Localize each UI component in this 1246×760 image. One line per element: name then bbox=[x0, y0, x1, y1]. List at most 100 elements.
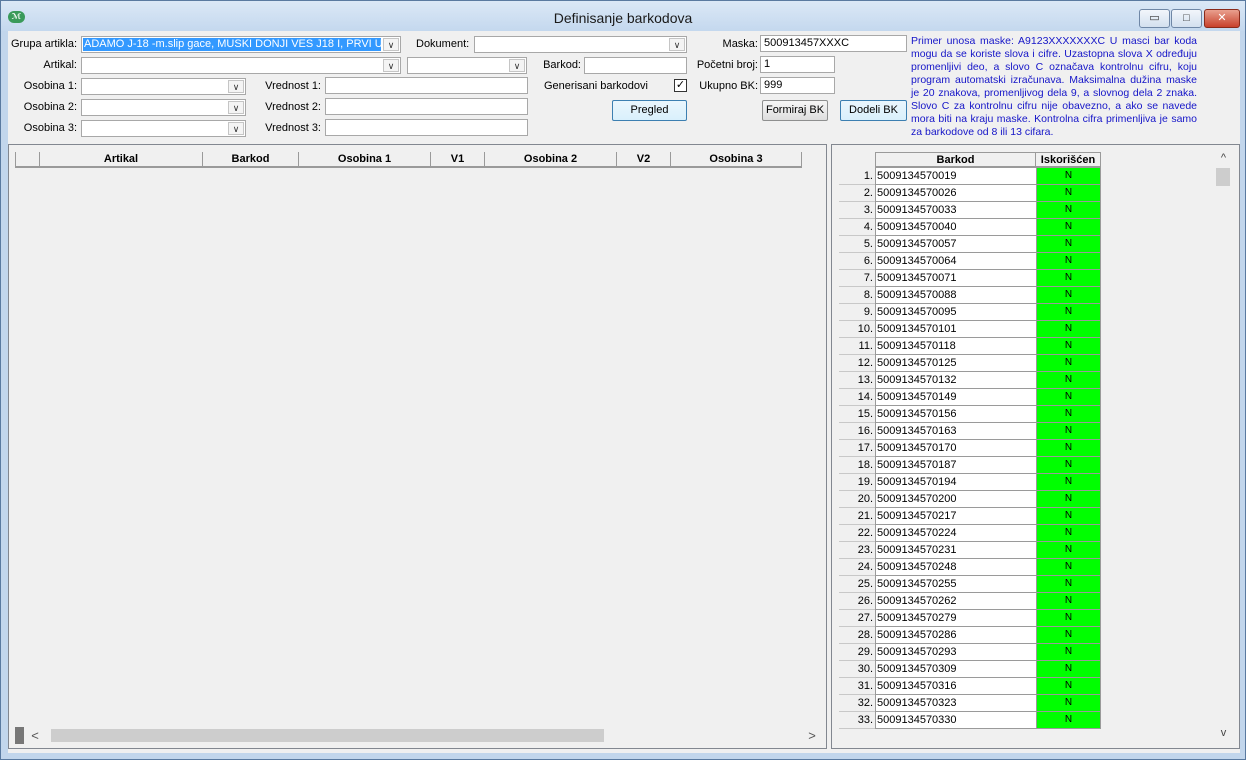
dodeli-bk-button[interactable]: Dodeli BK bbox=[840, 100, 907, 121]
table-row[interactable]: 10. 5009134570101 N bbox=[839, 321, 1101, 338]
barcode-cell[interactable]: 5009134570040 bbox=[875, 219, 1036, 236]
osobina3-combo[interactable]: ∨ bbox=[81, 120, 246, 137]
formiraj-bk-button[interactable]: Formiraj BK bbox=[762, 100, 828, 121]
used-flag-cell[interactable]: N bbox=[1036, 576, 1101, 593]
barcode-cell[interactable]: 5009134570293 bbox=[875, 644, 1036, 661]
barcode-cell[interactable]: 5009134570132 bbox=[875, 372, 1036, 389]
table-row[interactable]: 16. 5009134570163 N bbox=[839, 423, 1101, 440]
barcode-cell[interactable]: 5009134570033 bbox=[875, 202, 1036, 219]
table-row[interactable]: 29. 5009134570293 N bbox=[839, 644, 1101, 661]
maximize-button[interactable]: □ bbox=[1171, 9, 1202, 28]
articles-grid[interactable]: Artikal Barkod Osobina 1 V1 Osobina 2 V2… bbox=[8, 144, 827, 749]
barcode-cell[interactable]: 5009134570057 bbox=[875, 236, 1036, 253]
ukupno-input[interactable]: 999 bbox=[760, 77, 835, 94]
title-bar[interactable]: ℳ Definisanje barkodova ▭ □ ✕ bbox=[1, 1, 1245, 31]
col-artikal[interactable]: Artikal bbox=[39, 152, 202, 168]
artikal-variant-combo[interactable]: ∨ bbox=[407, 57, 527, 74]
col-barkod[interactable]: Barkod bbox=[875, 152, 1036, 168]
used-flag-cell[interactable]: N bbox=[1036, 236, 1101, 253]
col-barkod[interactable]: Barkod bbox=[202, 152, 298, 168]
barcode-cell[interactable]: 5009134570200 bbox=[875, 491, 1036, 508]
table-row[interactable]: 12. 5009134570125 N bbox=[839, 355, 1101, 372]
used-flag-cell[interactable]: N bbox=[1036, 372, 1101, 389]
col-iskoriscen[interactable]: Iskorišćen bbox=[1036, 152, 1101, 168]
table-row[interactable]: 24. 5009134570248 N bbox=[839, 559, 1101, 576]
chevron-down-icon[interactable]: ∨ bbox=[228, 122, 244, 135]
used-flag-cell[interactable]: N bbox=[1036, 491, 1101, 508]
barcode-cell[interactable]: 5009134570316 bbox=[875, 678, 1036, 695]
table-row[interactable]: 26. 5009134570262 N bbox=[839, 593, 1101, 610]
used-flag-cell[interactable]: N bbox=[1036, 559, 1101, 576]
vrednost2-input[interactable] bbox=[325, 98, 528, 115]
table-row[interactable]: 22. 5009134570224 N bbox=[839, 525, 1101, 542]
table-row[interactable]: 15. 5009134570156 N bbox=[839, 406, 1101, 423]
used-flag-cell[interactable]: N bbox=[1036, 440, 1101, 457]
table-row[interactable]: 23. 5009134570231 N bbox=[839, 542, 1101, 559]
chevron-left-icon[interactable]: < bbox=[27, 727, 43, 744]
barcode-cell[interactable]: 5009134570323 bbox=[875, 695, 1036, 712]
close-button[interactable]: ✕ bbox=[1204, 9, 1240, 28]
table-row[interactable]: 30. 5009134570309 N bbox=[839, 661, 1101, 678]
used-flag-cell[interactable]: N bbox=[1036, 406, 1101, 423]
horizontal-scrollbar[interactable]: < > bbox=[15, 727, 821, 744]
chevron-down-icon[interactable]: ∨ bbox=[669, 38, 685, 51]
used-flag-cell[interactable]: N bbox=[1036, 355, 1101, 372]
table-row[interactable]: 21. 5009134570217 N bbox=[839, 508, 1101, 525]
barcode-cell[interactable]: 5009134570248 bbox=[875, 559, 1036, 576]
chevron-down-icon[interactable]: v bbox=[1214, 725, 1233, 742]
table-row[interactable]: 5. 5009134570057 N bbox=[839, 236, 1101, 253]
table-row[interactable]: 2. 5009134570026 N bbox=[839, 185, 1101, 202]
barcode-cell[interactable]: 5009134570019 bbox=[875, 168, 1036, 185]
used-flag-cell[interactable]: N bbox=[1036, 253, 1101, 270]
used-flag-cell[interactable]: N bbox=[1036, 593, 1101, 610]
chevron-down-icon[interactable]: ∨ bbox=[383, 59, 399, 72]
table-row[interactable]: 1. 5009134570019 N bbox=[839, 168, 1101, 185]
used-flag-cell[interactable]: N bbox=[1036, 644, 1101, 661]
barcode-cell[interactable]: 5009134570224 bbox=[875, 525, 1036, 542]
table-row[interactable]: 19. 5009134570194 N bbox=[839, 474, 1101, 491]
chevron-down-icon[interactable]: ∨ bbox=[509, 59, 525, 72]
used-flag-cell[interactable]: N bbox=[1036, 389, 1101, 406]
barcode-cell[interactable]: 5009134570026 bbox=[875, 185, 1036, 202]
pregled-button[interactable]: Pregled bbox=[612, 100, 687, 121]
used-flag-cell[interactable]: N bbox=[1036, 270, 1101, 287]
used-flag-cell[interactable]: N bbox=[1036, 457, 1101, 474]
used-flag-cell[interactable]: N bbox=[1036, 661, 1101, 678]
barcode-cell[interactable]: 5009134570309 bbox=[875, 661, 1036, 678]
scroll-thumb[interactable] bbox=[1216, 168, 1230, 186]
artikal-combo[interactable]: ∨ bbox=[81, 57, 401, 74]
used-flag-cell[interactable]: N bbox=[1036, 304, 1101, 321]
barcode-cell[interactable]: 5009134570118 bbox=[875, 338, 1036, 355]
generisani-checkbox[interactable]: ✓ bbox=[674, 79, 687, 92]
barcode-cell[interactable]: 5009134570194 bbox=[875, 474, 1036, 491]
chevron-down-icon[interactable]: ∨ bbox=[228, 80, 244, 93]
table-row[interactable]: 6. 5009134570064 N bbox=[839, 253, 1101, 270]
table-row[interactable]: 4. 5009134570040 N bbox=[839, 219, 1101, 236]
used-flag-cell[interactable]: N bbox=[1036, 525, 1101, 542]
barcode-cell[interactable]: 5009134570279 bbox=[875, 610, 1036, 627]
col-v2[interactable]: V2 bbox=[616, 152, 670, 168]
col-osobina2[interactable]: Osobina 2 bbox=[484, 152, 616, 168]
table-row[interactable]: 8. 5009134570088 N bbox=[839, 287, 1101, 304]
used-flag-cell[interactable]: N bbox=[1036, 185, 1101, 202]
used-flag-cell[interactable]: N bbox=[1036, 542, 1101, 559]
barcode-cell[interactable]: 5009134570095 bbox=[875, 304, 1036, 321]
vrednost1-input[interactable] bbox=[325, 77, 528, 94]
barcode-cell[interactable]: 5009134570088 bbox=[875, 287, 1036, 304]
barcode-cell[interactable]: 5009134570101 bbox=[875, 321, 1036, 338]
table-row[interactable]: 27. 5009134570279 N bbox=[839, 610, 1101, 627]
barcode-cell[interactable]: 5009134570286 bbox=[875, 627, 1036, 644]
col-osobina3[interactable]: Osobina 3 bbox=[670, 152, 802, 168]
barcode-cell[interactable]: 5009134570217 bbox=[875, 508, 1036, 525]
barcode-cell[interactable]: 5009134570156 bbox=[875, 406, 1036, 423]
table-row[interactable]: 13. 5009134570132 N bbox=[839, 372, 1101, 389]
minimize-button[interactable]: ▭ bbox=[1139, 9, 1170, 28]
table-row[interactable]: 9. 5009134570095 N bbox=[839, 304, 1101, 321]
chevron-down-icon[interactable]: ∨ bbox=[228, 101, 244, 114]
chevron-down-icon[interactable]: ∨ bbox=[383, 38, 399, 51]
table-row[interactable]: 14. 5009134570149 N bbox=[839, 389, 1101, 406]
table-row[interactable]: 7. 5009134570071 N bbox=[839, 270, 1101, 287]
barkod-input[interactable] bbox=[584, 57, 687, 74]
osobina2-combo[interactable]: ∨ bbox=[81, 99, 246, 116]
maska-input[interactable]: 500913457XXXC bbox=[760, 35, 907, 52]
